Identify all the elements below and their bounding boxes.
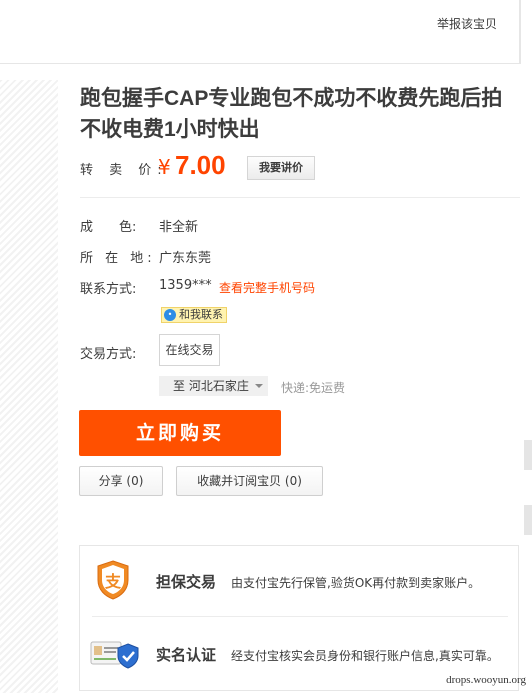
shipping-note: 快递:免运费: [281, 381, 346, 395]
watermark: drops.wooyun.org: [446, 674, 526, 686]
price-label: 转 卖 价:: [80, 163, 168, 178]
top-bar: 举报该宝贝: [0, 0, 520, 64]
report-item-link[interactable]: 举报该宝贝: [437, 15, 497, 32]
verified-id-icon: [90, 641, 139, 669]
chat-with-me-button[interactable]: • 和我联系: [161, 307, 227, 323]
location-label: 所 在 地:: [80, 251, 156, 266]
destination-value: 至 河北石家庄: [173, 379, 249, 393]
divider: [92, 616, 508, 617]
view-full-phone-link[interactable]: 查看完整手机号码: [219, 279, 315, 296]
guarantee-row: 支 担保交易 由支付宝先行保管,验货OK再付款到卖家账户。: [80, 546, 520, 614]
share-button[interactable]: 分享 (0): [79, 466, 163, 496]
side-tab[interactable]: [524, 505, 532, 535]
item-title: 跑包握手CAP专业跑包不成功不收费先跑后拍不收电费1小时快出: [80, 87, 503, 141]
chat-bubble-icon: •: [164, 309, 176, 321]
trade-method-label: 交易方式:: [80, 347, 137, 362]
divider: [80, 197, 520, 198]
chat-label: 和我联系: [179, 308, 223, 321]
trade-method-option[interactable]: 在线交易: [159, 334, 220, 366]
guarantee-desc: 由支付宝先行保管,验货OK再付款到卖家账户。: [231, 576, 481, 590]
bargain-button[interactable]: 我要讲价: [247, 156, 315, 180]
top-bar-edge: [520, 0, 521, 64]
condition-label: 成色:: [80, 220, 137, 235]
guarantee-title: 实名认证: [156, 646, 217, 664]
destination-select[interactable]: 至 河北石家庄: [159, 376, 268, 396]
condition-value: 非全新: [159, 220, 199, 235]
guarantee-title: 担保交易: [156, 573, 217, 591]
chevron-down-icon: [255, 384, 263, 388]
guarantee-desc: 经支付宝核实会员身份和银行账户信息,真实可靠。: [231, 649, 499, 663]
contact-label: 联系方式:: [80, 282, 137, 297]
contact-phone: 1359***: [159, 278, 212, 293]
alipay-icon: 支: [97, 560, 129, 600]
location-value: 广东东莞: [159, 251, 212, 266]
side-tab[interactable]: [524, 440, 532, 470]
price-currency: ¥: [158, 155, 171, 179]
price-value: 7.00: [175, 150, 226, 180]
guarantee-panel: 支 担保交易 由支付宝先行保管,验货OK再付款到卖家账户。 实名认证 经支付宝核…: [79, 545, 519, 691]
item-gallery-strip: [0, 80, 58, 693]
buy-now-button[interactable]: 立即购买: [79, 410, 281, 456]
svg-text:支: 支: [104, 572, 122, 591]
favorite-subscribe-button[interactable]: 收藏并订阅宝贝 (0): [176, 466, 323, 496]
